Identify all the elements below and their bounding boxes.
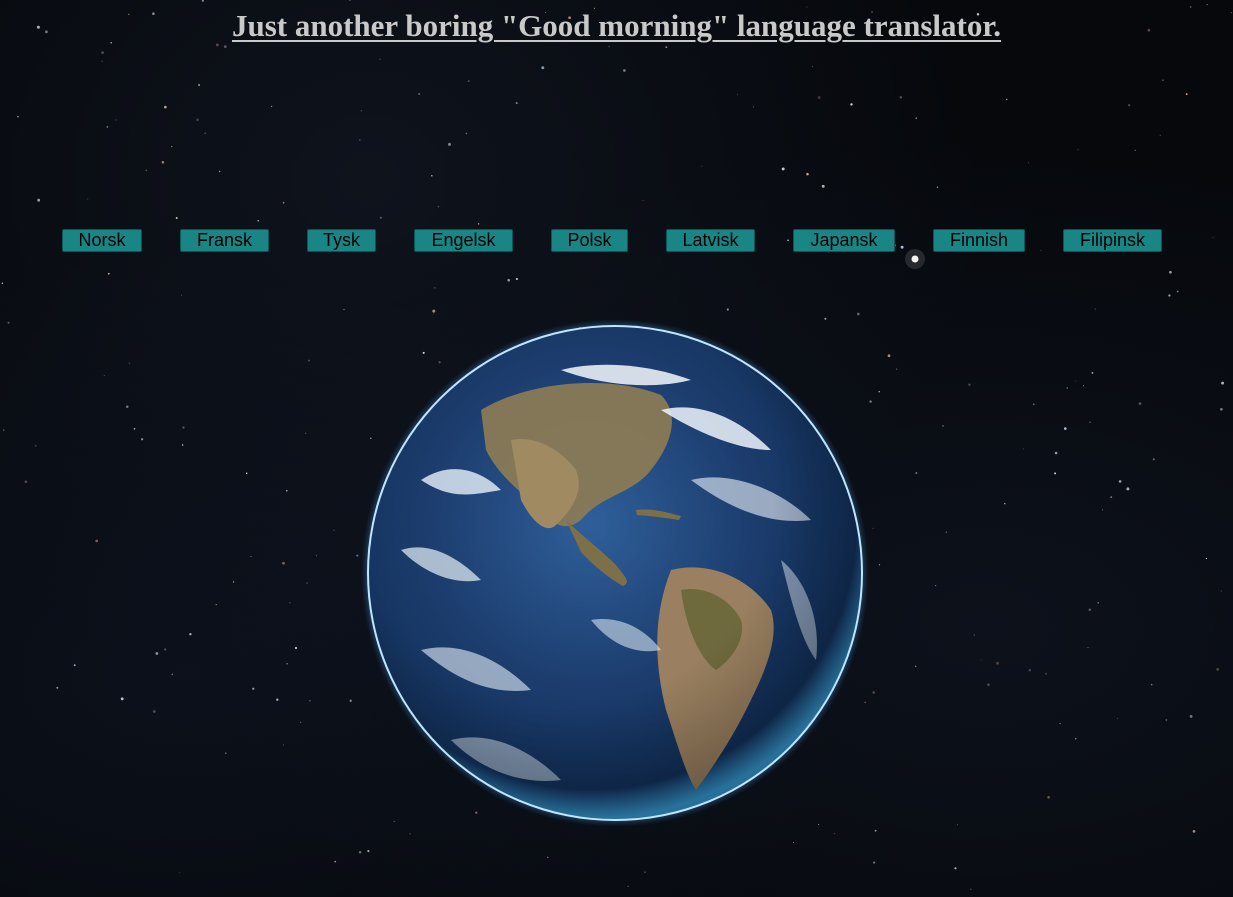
language-button-finnish[interactable]: Finnish <box>933 229 1025 252</box>
language-button-bar: Norsk Fransk Tysk Engelsk Polsk Latvisk … <box>0 229 1233 253</box>
language-button-engelsk[interactable]: Engelsk <box>414 229 513 252</box>
language-button-polsk[interactable]: Polsk <box>551 229 628 252</box>
language-button-fransk[interactable]: Fransk <box>180 229 269 252</box>
language-button-tysk[interactable]: Tysk <box>307 229 376 252</box>
earth-globe-image <box>361 319 869 827</box>
language-button-norsk[interactable]: Norsk <box>62 229 142 252</box>
page-title: Just another boring "Good morning" langu… <box>231 8 1002 43</box>
language-button-latvisk[interactable]: Latvisk <box>666 229 755 252</box>
language-button-japansk[interactable]: Japansk <box>793 229 895 252</box>
language-button-filipinsk[interactable]: Filipinsk <box>1063 229 1162 252</box>
